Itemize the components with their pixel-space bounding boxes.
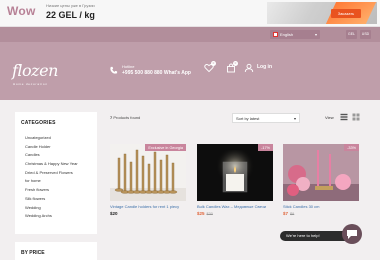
currency-gel[interactable]: GEL [346, 30, 357, 39]
wax-candle-image [197, 144, 273, 201]
chevron-down-icon: ▾ [293, 116, 296, 121]
product-badge: -17% [258, 144, 273, 151]
price-filter-panel: BY PRICE [15, 242, 97, 260]
hotline-number[interactable]: +995 500 880 880 What's App [122, 70, 191, 76]
header-top-line [0, 27, 380, 42]
chat-button[interactable] [342, 224, 362, 244]
product-price: $20 [110, 211, 186, 216]
product-price: $7 $9 [283, 211, 359, 216]
price-value: $20 [110, 211, 118, 216]
chat-bubble-icon [347, 230, 357, 239]
chat-prompt[interactable]: We're here to help! [280, 231, 350, 241]
product-card[interactable]: -33% Stick Candles 30 cm $7 $9 [283, 144, 359, 216]
price-filter-title: BY PRICE [21, 250, 45, 256]
products-count: 7 [110, 115, 113, 120]
category-item[interactable]: Wedding [25, 204, 78, 213]
sale-price: $25 [197, 211, 205, 216]
sort-select[interactable]: Sort by latest ▾ [232, 113, 300, 123]
category-item[interactable]: Dried & Preserved Flowers [25, 169, 78, 178]
currency-usd[interactable]: USD [360, 30, 371, 39]
site-logo[interactable]: flozen [12, 61, 58, 80]
product-badge: Exclusive in Georgia [145, 144, 186, 151]
product-badge: -33% [344, 144, 359, 151]
sale-price: $7 [283, 211, 289, 216]
flag-icon [273, 32, 278, 37]
site-header: English ▾ GEL USD flozen Home decoration… [0, 27, 380, 100]
promo-brand: Wow [7, 4, 36, 18]
product-image[interactable]: -33% [283, 144, 359, 201]
category-item[interactable]: Silk flowers [25, 195, 78, 204]
product-image[interactable]: -17% [197, 144, 273, 201]
category-item[interactable]: Wedding Archs [25, 212, 78, 221]
product-name[interactable]: Vintage Candle holders for rent 1 piecy [110, 204, 186, 209]
list-view-icon[interactable] [340, 113, 348, 121]
phone-icon [110, 66, 118, 74]
old-price: $9 [290, 212, 295, 216]
category-item[interactable]: for home [25, 177, 78, 186]
old-price: $30 [206, 212, 213, 216]
cart-count-badge: 0 [233, 61, 238, 66]
view-label: View [325, 115, 334, 120]
promo-order-button[interactable]: Заказать [331, 9, 361, 18]
product-price: $25 $30 [197, 211, 273, 216]
promo-bar[interactable]: Wow Низкие цены уже в Грузии 22 GEL / kg… [0, 0, 380, 27]
category-item[interactable]: Fresh flowers [25, 186, 78, 195]
category-item[interactable]: Uncategorized [25, 134, 78, 143]
language-label: English [280, 32, 294, 37]
language-selector[interactable]: English ▾ [270, 30, 320, 39]
category-list: Uncategorized Candle Holder Candles Chri… [25, 134, 78, 221]
products-found: 7 Products found [110, 115, 140, 120]
product-card[interactable]: -17% Bulk Candles Wax – Медовные Свечи $… [197, 144, 273, 216]
product-image[interactable]: Exclusive in Georgia [110, 144, 186, 201]
product-card[interactable]: Exclusive in Georgia Vintage Candle hold… [110, 144, 186, 216]
hotline-label: Hotline [122, 64, 135, 69]
stick-candles-image [283, 144, 359, 201]
wishlist-count-badge: 0 [211, 61, 216, 66]
categories-title: CATEGORIES [21, 120, 56, 126]
category-item[interactable]: Candles [25, 151, 78, 160]
promo-note: Низкие цены уже в Грузии [46, 3, 95, 8]
logo-tagline: Home decoration [13, 82, 48, 86]
candle-holders-image [110, 144, 186, 201]
category-item[interactable]: Christmas & Happy New Year [25, 160, 78, 169]
page: Wow Низкие цены уже в Грузии 22 GEL / kg… [0, 0, 380, 260]
sort-value: Sort by latest [236, 116, 260, 121]
product-name[interactable]: Stick Candles 30 cm [283, 204, 359, 209]
category-item[interactable]: Candle Holder [25, 143, 78, 152]
product-name[interactable]: Bulk Candles Wax – Медовные Свечи [197, 204, 273, 209]
products-found-label: Products found [113, 115, 141, 120]
user-icon[interactable] [244, 63, 254, 73]
chevron-down-icon: ▾ [314, 32, 317, 37]
grid-view-icon[interactable] [352, 113, 360, 121]
login-link[interactable]: Log in [257, 64, 272, 70]
promo-price: 22 GEL / kg [46, 10, 95, 20]
categories-panel: CATEGORIES Uncategorized Candle Holder C… [15, 112, 97, 234]
